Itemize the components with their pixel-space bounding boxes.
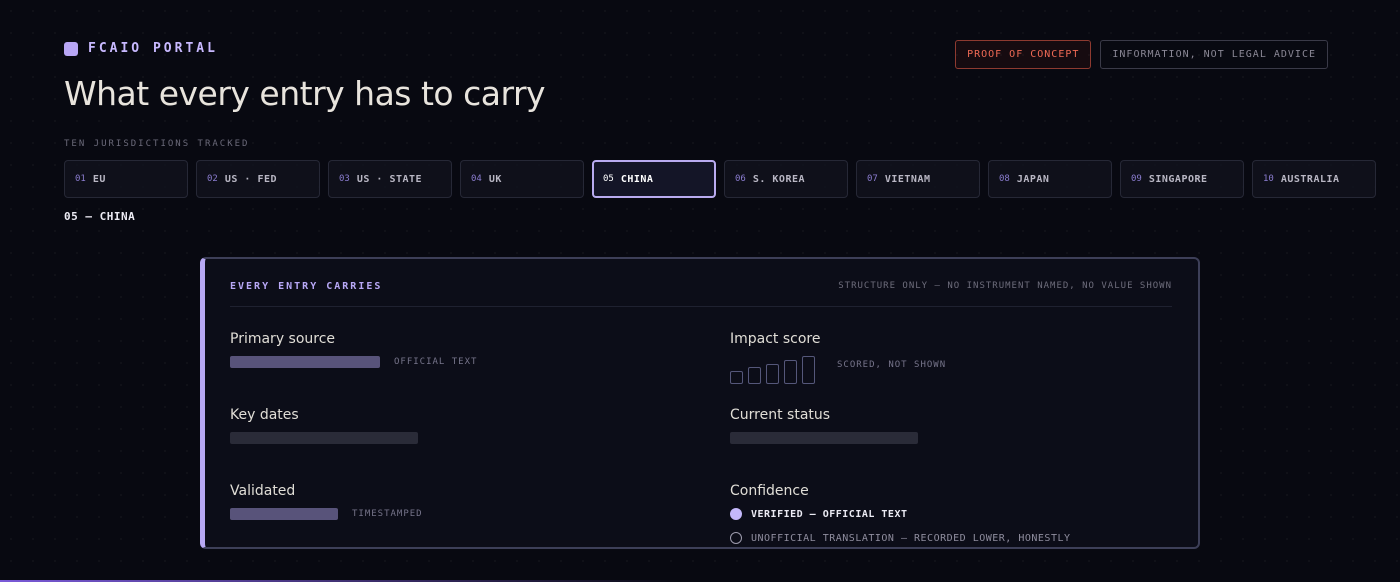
selected-jurisdiction-heading: 05 — CHINA: [64, 210, 136, 223]
header-badges: PROOF OF CONCEPT INFORMATION, NOT LEGAL …: [955, 40, 1328, 69]
tab-australia[interactable]: 10 AUSTRALIA: [1252, 160, 1376, 198]
confidence-option-verified[interactable]: VERIFIED — OFFICIAL TEXT: [730, 508, 1071, 520]
tab-label: UK: [488, 173, 502, 185]
impact-score-field: Impact score SCORED, NOT SHOWN: [730, 331, 946, 384]
card-note: STRUCTURE ONLY — NO INSTRUMENT NAMED, NO…: [838, 281, 1172, 291]
tab-number: 10: [1263, 174, 1274, 184]
tab-number: 06: [735, 174, 746, 184]
tab-number: 03: [339, 174, 350, 184]
proof-of-concept-badge: PROOF OF CONCEPT: [955, 40, 1092, 69]
tab-number: 01: [75, 174, 86, 184]
field-label: Confidence: [730, 483, 809, 499]
tab-japan[interactable]: 08 JAPAN: [988, 160, 1112, 198]
field-hint: TIMESTAMPED: [352, 509, 423, 519]
field-hint: SCORED, NOT SHOWN: [837, 360, 947, 370]
field-hint: OFFICIAL TEXT: [394, 357, 478, 367]
field-label: Impact score: [730, 331, 821, 347]
tab-label: US · STATE: [356, 173, 423, 185]
page-title: What every entry has to carry: [64, 74, 546, 113]
disclaimer-badge: INFORMATION, NOT LEGAL ADVICE: [1100, 40, 1328, 69]
tab-label: US · FED: [224, 173, 278, 185]
field-label: Key dates: [230, 407, 299, 423]
tab-number: 07: [867, 174, 878, 184]
impact-score-bars-icon: [730, 356, 815, 384]
confidence-option-label: UNOFFICIAL TRANSLATION — RECORDED LOWER,…: [751, 532, 1071, 544]
tab-us-state[interactable]: 03 US · STATE: [328, 160, 452, 198]
entry-requirements-card: EVERY ENTRY CARRIES STRUCTURE ONLY — NO …: [200, 257, 1200, 549]
current-status-field: Current status: [730, 407, 918, 444]
jurisdictions-caption: TEN JURISDICTIONS TRACKED: [64, 139, 250, 149]
tab-singapore[interactable]: 09 SINGAPORE: [1120, 160, 1244, 198]
tab-s-korea[interactable]: 06 S. KOREA: [724, 160, 848, 198]
tab-label: VIETNAM: [884, 173, 931, 185]
tab-uk[interactable]: 04 UK: [460, 160, 584, 198]
placeholder-bar: [230, 508, 338, 520]
placeholder-bar: [230, 432, 418, 444]
tab-label: S. KOREA: [752, 173, 806, 185]
field-label: Primary source: [230, 331, 336, 347]
brand: FCAIO PORTAL: [64, 41, 218, 56]
key-dates-field: Key dates: [230, 407, 418, 444]
tab-china[interactable]: 05 CHINA: [592, 160, 716, 198]
field-label: Current status: [730, 407, 831, 423]
placeholder-bar: [230, 356, 380, 368]
field-label: Validated: [230, 483, 296, 499]
tab-label: EU: [92, 173, 106, 185]
placeholder-bar: [730, 432, 918, 444]
confidence-field: Confidence VERIFIED — OFFICIAL TEXT UNOF…: [730, 483, 1071, 547]
tab-us-fed[interactable]: 02 US · FED: [196, 160, 320, 198]
confidence-option-label: VERIFIED — OFFICIAL TEXT: [751, 508, 908, 520]
tab-number: 09: [1131, 174, 1142, 184]
tab-number: 05: [603, 174, 614, 184]
card-title: EVERY ENTRY CARRIES: [230, 281, 383, 292]
primary-source-field: Primary source OFFICIAL TEXT: [230, 331, 477, 368]
tab-label: CHINA: [620, 173, 654, 185]
validated-field: Validated TIMESTAMPED: [230, 483, 423, 520]
tab-number: 08: [999, 174, 1010, 184]
radio-selected-icon: [730, 508, 742, 520]
confidence-option-unofficial[interactable]: UNOFFICIAL TRANSLATION — RECORDED LOWER,…: [730, 532, 1071, 544]
logo-square-icon: [64, 41, 78, 56]
tab-label: AUSTRALIA: [1280, 173, 1340, 185]
tab-label: JAPAN: [1016, 173, 1050, 185]
radio-unselected-icon: [730, 532, 742, 544]
tab-number: 02: [207, 174, 218, 184]
jurisdiction-tabs: 01 EU 02 US · FED 03 US · STATE 04 UK 05…: [64, 160, 1376, 198]
tab-number: 04: [471, 174, 482, 184]
tab-eu[interactable]: 01 EU: [64, 160, 188, 198]
tab-label: SINGAPORE: [1148, 173, 1208, 185]
card-header: EVERY ENTRY CARRIES STRUCTURE ONLY — NO …: [230, 281, 1172, 307]
tab-vietnam[interactable]: 07 VIETNAM: [856, 160, 980, 198]
brand-name: FCAIO PORTAL: [88, 41, 218, 56]
